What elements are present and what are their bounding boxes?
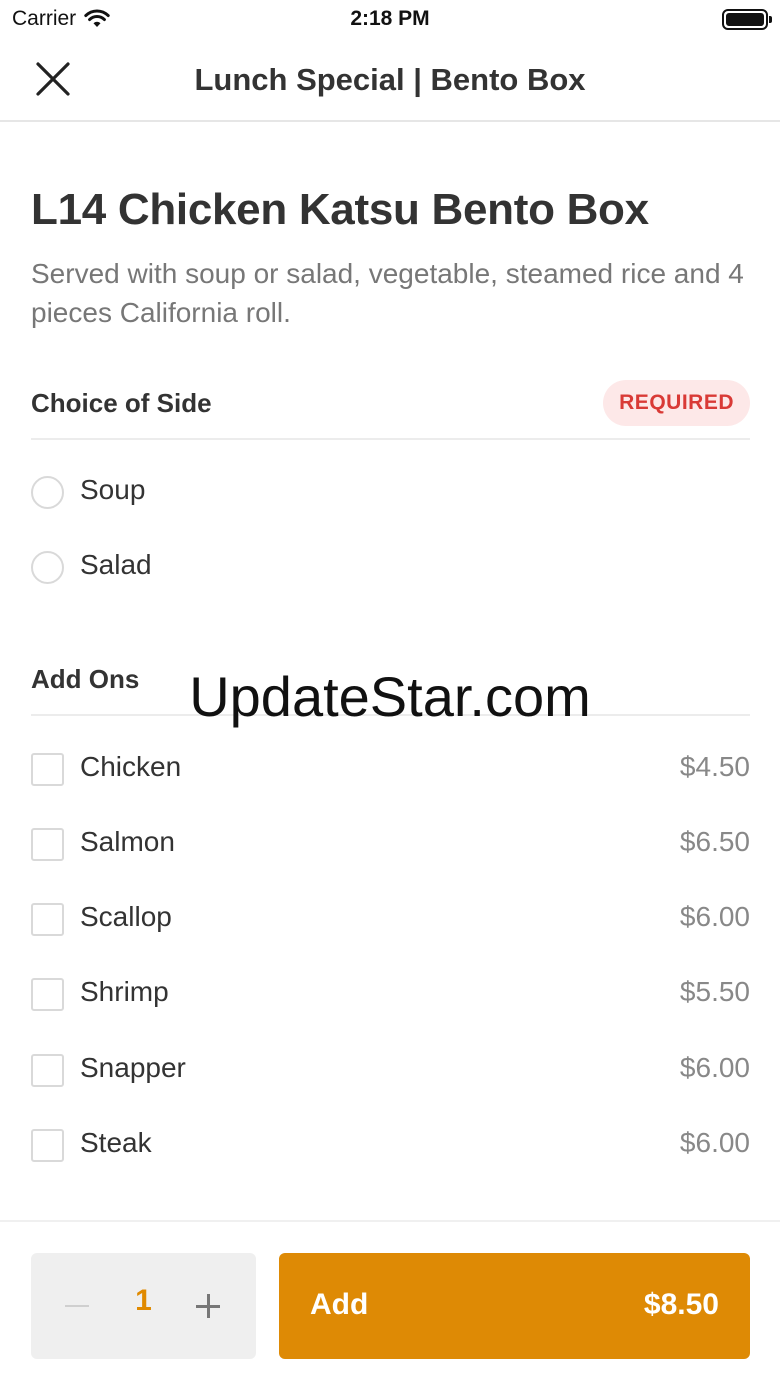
nav-title: Lunch Special | Bento Box bbox=[194, 62, 586, 97]
battery-icon bbox=[722, 9, 772, 30]
nav-bar: Lunch Special | Bento Box bbox=[0, 40, 780, 122]
watermark: UpdateStar.com bbox=[189, 665, 591, 728]
item-description: Served with soup or salad, vegetable, st… bbox=[31, 258, 744, 328]
item-title: L14 Chicken Katsu Bento Box bbox=[31, 185, 649, 234]
shrimp-checkbox[interactable] bbox=[31, 978, 64, 1011]
status-bar: Carrier 2:18 PM bbox=[0, 0, 780, 40]
required-badge: REQUIRED bbox=[603, 380, 750, 426]
addon-price: $6.00 bbox=[679, 901, 750, 932]
addon-option-steak[interactable]: Steak $6.00 bbox=[31, 1121, 750, 1171]
quantity-value: 1 bbox=[135, 1284, 152, 1317]
side-option-label: Salad bbox=[80, 549, 152, 580]
add-button-price: $8.50 bbox=[643, 1288, 719, 1321]
addon-label: Scallop bbox=[80, 901, 172, 932]
add-to-order-button[interactable]: Add $8.50 bbox=[279, 1253, 750, 1359]
addon-price: $6.50 bbox=[679, 826, 750, 857]
add-button-label: Add bbox=[310, 1288, 369, 1321]
side-section-title: Choice of Side bbox=[31, 388, 212, 418]
side-option-salad[interactable]: Salad bbox=[31, 543, 750, 593]
addon-option-scallop[interactable]: Scallop $6.00 bbox=[31, 895, 750, 945]
addon-option-shrimp[interactable]: Shrimp $5.50 bbox=[31, 970, 750, 1020]
scallop-checkbox[interactable] bbox=[31, 903, 64, 936]
side-section-header: Choice of Side REQUIRED bbox=[31, 380, 750, 440]
addon-option-snapper[interactable]: Snapper $6.00 bbox=[31, 1046, 750, 1096]
quantity-stepper: 1 bbox=[31, 1253, 256, 1359]
addon-price: $5.50 bbox=[679, 976, 750, 1007]
side-option-soup[interactable]: Soup bbox=[31, 468, 750, 518]
salad-radio[interactable] bbox=[31, 551, 64, 584]
side-option-label: Soup bbox=[80, 474, 146, 505]
addon-label: Salmon bbox=[80, 826, 175, 857]
steak-checkbox[interactable] bbox=[31, 1129, 64, 1162]
increment-button[interactable] bbox=[196, 1286, 222, 1326]
addon-label: Snapper bbox=[80, 1052, 186, 1083]
addon-option-chicken[interactable]: Chicken $4.50 bbox=[31, 745, 750, 795]
status-time: 2:18 PM bbox=[350, 7, 430, 30]
addon-option-salmon[interactable]: Salmon $6.50 bbox=[31, 820, 750, 870]
order-footer: 1 Add $8.50 bbox=[0, 1220, 780, 1387]
chicken-checkbox[interactable] bbox=[31, 753, 64, 786]
snapper-checkbox[interactable] bbox=[31, 1054, 64, 1087]
salmon-checkbox[interactable] bbox=[31, 828, 64, 861]
addon-price: $6.00 bbox=[679, 1127, 750, 1158]
addon-price: $4.50 bbox=[679, 751, 750, 782]
soup-radio[interactable] bbox=[31, 476, 64, 509]
battery-nub bbox=[769, 16, 772, 23]
addon-label: Steak bbox=[80, 1127, 152, 1158]
addon-label: Chicken bbox=[80, 751, 182, 782]
addon-label: Shrimp bbox=[80, 976, 169, 1007]
battery-fill bbox=[726, 13, 764, 26]
addon-price: $6.00 bbox=[679, 1052, 750, 1083]
